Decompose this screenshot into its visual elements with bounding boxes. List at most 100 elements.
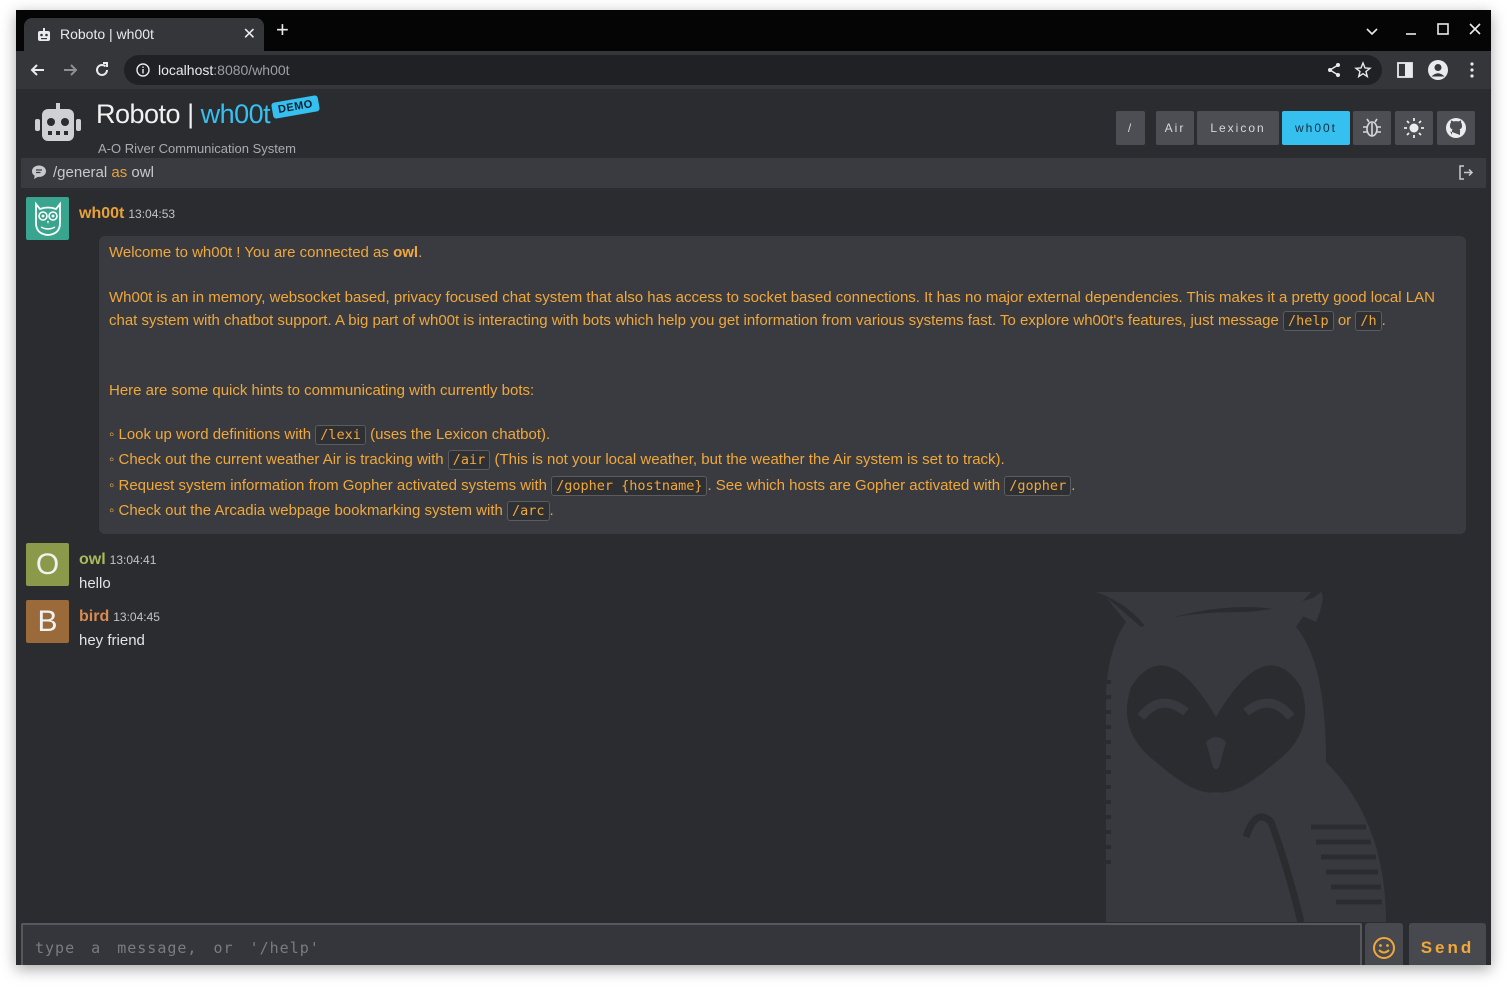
bug-report-button[interactable] [1353, 111, 1391, 145]
lexi-command: /lexi [315, 425, 366, 445]
hint1-end: (uses the Lexicon chatbot). [365, 426, 551, 443]
tab-bar: Roboto | wh00t ✕ + [16, 10, 1491, 51]
hint4-text: ◦ Check out the Arcadia webpage bookmark… [109, 502, 508, 519]
hint4-end: . [549, 502, 554, 519]
or-word: or [1337, 312, 1352, 329]
help-command: /help [1283, 311, 1334, 331]
sun-icon [1404, 118, 1424, 138]
site-info-icon[interactable] [136, 63, 150, 77]
channel-as-word: as [111, 164, 128, 181]
hint2-text: ◦ Check out the current weather Air is t… [109, 451, 448, 468]
bookmark-star-icon[interactable] [1354, 61, 1372, 79]
nav-air-button[interactable]: Air [1156, 111, 1194, 145]
bot-avatar [26, 197, 69, 240]
author-name: wh00t [79, 205, 125, 222]
author-name: bird [79, 608, 110, 625]
brand-accent: wh00t [200, 99, 271, 129]
side-panel-icon[interactable] [1396, 61, 1414, 79]
nav-wh00t-button[interactable]: wh00t [1282, 111, 1350, 145]
robot-favicon-icon [38, 28, 50, 41]
welcome-text: Welcome to wh00t ! You are connected as [109, 244, 394, 261]
channel-bar: /general as owl [21, 158, 1486, 188]
message-composer [21, 923, 1362, 965]
hint2-end: (This is not your local weather, but the… [490, 451, 1005, 468]
message-author: bird 13:04:45 [79, 608, 160, 626]
menu-dots-icon[interactable] [1463, 61, 1481, 79]
message-time: 13:04:41 [109, 553, 157, 567]
user-avatar-owl: O [26, 543, 69, 586]
owl-watermark-icon [1096, 592, 1386, 922]
robot-logo-icon [35, 103, 81, 141]
nav-root-button[interactable]: / [1116, 111, 1145, 145]
hint3-end: . [1071, 477, 1076, 494]
h-command: /h [1355, 311, 1382, 331]
welcome-user: owl [393, 244, 419, 261]
welcome-line: Welcome to wh00t ! You are connected as … [109, 241, 422, 264]
hint-lexi: ◦ Look up word definitions with /lexi (u… [109, 423, 550, 447]
browser-window: Roboto | wh00t ✕ + localhost:8080/wh00t [16, 10, 1491, 965]
hint-arc: ◦ Check out the Arcadia webpage bookmark… [109, 499, 554, 523]
intro-text: Wh00t is an in memory, websocket based, … [109, 289, 1435, 329]
forward-arrow-icon[interactable] [60, 60, 80, 80]
tab-title: Roboto | wh00t [60, 26, 154, 42]
user-avatar-bird: B [26, 600, 69, 643]
air-command: /air [447, 450, 491, 470]
share-icon[interactable] [1326, 62, 1342, 78]
address-bar[interactable]: localhost:8080/wh00t [124, 55, 1382, 85]
url-text: localhost:8080/wh00t [158, 62, 290, 78]
url-host: localhost [158, 62, 214, 78]
message-text: hello [79, 575, 111, 592]
owl-avatar-icon [34, 200, 61, 236]
back-arrow-icon[interactable] [28, 60, 48, 80]
message-author: owl 13:04:41 [79, 551, 156, 569]
hint3-text: ◦ Request system information from Gopher… [109, 477, 552, 494]
channel-label: /general as owl [53, 164, 154, 181]
app-subtitle: A-O River Communication System [98, 141, 296, 156]
url-path: :8080/wh00t [213, 62, 290, 78]
message-input[interactable] [23, 925, 1360, 965]
message-author: wh00t 13:04:53 [79, 205, 175, 223]
smiley-icon [1373, 937, 1395, 959]
close-window-icon[interactable] [1468, 22, 1482, 36]
brand-name: Roboto | [96, 99, 201, 129]
logout-icon[interactable] [1457, 164, 1474, 181]
profile-icon[interactable] [1427, 59, 1449, 81]
github-button[interactable] [1437, 111, 1475, 145]
theme-toggle-button[interactable] [1395, 111, 1433, 145]
nav-lexicon-button[interactable]: Lexicon [1197, 111, 1279, 145]
tab-close-icon[interactable]: ✕ [243, 24, 256, 44]
hint-air: ◦ Check out the current weather Air is t… [109, 448, 1005, 472]
welcome-end: . [418, 244, 423, 261]
gopher-hostname-command: /gopher {hostname} [551, 476, 708, 496]
chat-bubble-icon [32, 165, 46, 179]
new-tab-button[interactable]: + [276, 18, 289, 42]
channel-user: owl [131, 164, 154, 181]
maximize-icon[interactable] [1436, 22, 1450, 36]
browser-tab[interactable]: Roboto | wh00t ✕ [24, 18, 264, 51]
arc-command: /arc [507, 501, 550, 521]
gopher-command: /gopher [1004, 476, 1072, 496]
author-name: owl [79, 551, 106, 568]
emoji-button[interactable] [1365, 923, 1403, 965]
app-title: Roboto | wh00t [96, 99, 271, 130]
message-text: hey friend [79, 632, 145, 649]
message-time: 13:04:53 [128, 207, 176, 221]
message-time: 13:04:45 [113, 610, 160, 624]
tab-search-icon[interactable] [1365, 24, 1379, 38]
demo-badge: DEMO [270, 95, 321, 119]
app-root: Roboto | wh00t DEMO A-O River Communicat… [16, 89, 1491, 965]
bot-welcome-message: Welcome to wh00t ! You are connected as … [99, 236, 1466, 534]
channel-name: /general [53, 164, 108, 181]
hint-gopher: ◦ Request system information from Gopher… [109, 474, 1075, 498]
hint1-text: ◦ Look up word definitions with [109, 426, 316, 443]
hint3-mid: . See which hosts are Gopher activated w… [707, 477, 1005, 494]
minimize-icon[interactable] [1404, 24, 1418, 38]
bug-icon [1363, 118, 1381, 137]
reload-icon[interactable] [92, 60, 112, 80]
intro-end: . [1381, 312, 1386, 329]
hints-intro: Here are some quick hints to communicati… [109, 382, 535, 399]
browser-toolbar: localhost:8080/wh00t [16, 51, 1491, 89]
intro-paragraph: Wh00t is an in memory, websocket based, … [109, 286, 1449, 333]
github-icon [1446, 118, 1466, 138]
send-button[interactable]: Send [1409, 923, 1486, 965]
